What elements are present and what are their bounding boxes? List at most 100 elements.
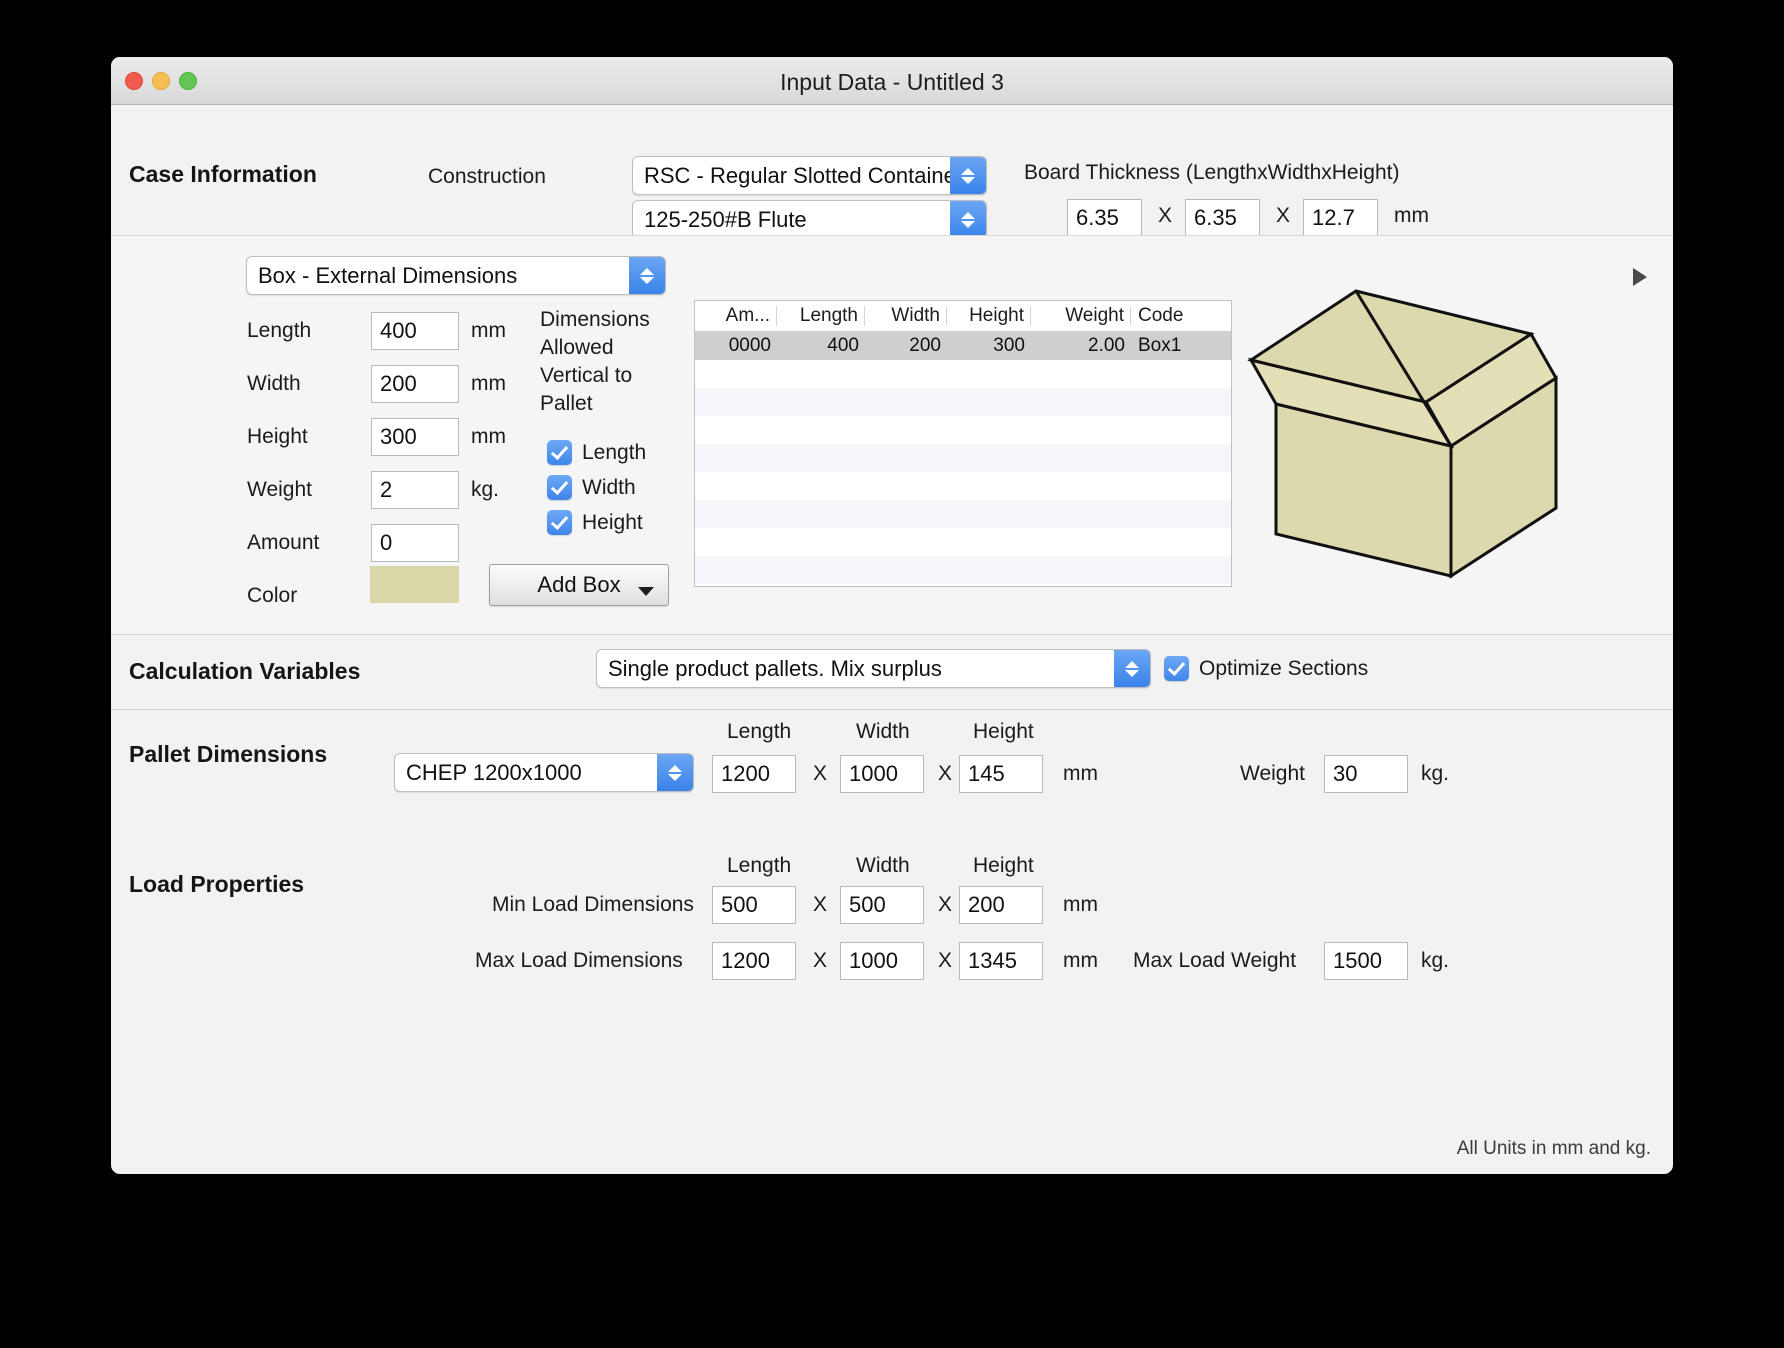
- max-load-separator-2: X: [938, 949, 953, 972]
- box-mode-select[interactable]: Box - External Dimensions: [246, 256, 666, 295]
- box-amount-input[interactable]: [371, 524, 459, 562]
- add-box-button[interactable]: Add Box: [489, 564, 669, 606]
- pallet-type-select[interactable]: CHEP 1200x1000: [394, 753, 694, 792]
- box-list-table[interactable]: Am... Length Width Height Weight Code 00…: [694, 300, 1232, 587]
- min-load-length-input[interactable]: [712, 886, 796, 924]
- optimize-sections-label: Optimize Sections: [1199, 656, 1369, 680]
- table-header-row: Am... Length Width Height Weight Code: [695, 301, 1231, 332]
- max-load-height-input[interactable]: [959, 942, 1043, 980]
- box-width-input[interactable]: [371, 365, 459, 403]
- board-thickness-width-input[interactable]: [1185, 199, 1260, 237]
- caret-down-icon[interactable]: [638, 587, 654, 596]
- calculation-variables-panel: Calculation Variables Single product pal…: [111, 635, 1673, 710]
- pallet-type-value: CHEP 1200x1000: [406, 759, 582, 785]
- flute-stepper[interactable]: [950, 201, 986, 238]
- pallet-weight-label: Weight: [1240, 762, 1305, 785]
- allow-vertical-height-label: Height: [582, 510, 643, 534]
- allow-vertical-height-checkbox[interactable]: Height: [547, 510, 643, 535]
- min-load-width-input[interactable]: [840, 886, 924, 924]
- allow-vertical-width-checkbox[interactable]: Width: [547, 475, 636, 500]
- max-load-width-input[interactable]: [840, 942, 924, 980]
- chevron-up-icon: [1125, 660, 1139, 668]
- table-row[interactable]: 0000 400 200 300 2.00 Box1: [695, 332, 1231, 360]
- max-load-length-input[interactable]: [712, 942, 796, 980]
- table-empty-row: [695, 584, 1231, 586]
- pallet-length-input[interactable]: [712, 755, 796, 793]
- cell-amount: 0000: [728, 335, 771, 356]
- checkbox-checked-icon: [547, 510, 572, 535]
- calculation-variables-heading: Calculation Variables: [129, 658, 361, 684]
- pallet-type-stepper[interactable]: [657, 754, 693, 791]
- cell-height: 300: [993, 335, 1025, 356]
- construction-stepper[interactable]: [950, 157, 986, 194]
- pallet-width-column-label: Width: [856, 720, 910, 743]
- box-color-swatch[interactable]: [370, 566, 459, 603]
- cell-code: Box1: [1138, 335, 1182, 356]
- thickness-unit-label: mm: [1394, 204, 1429, 227]
- min-load-separator-1: X: [813, 893, 828, 916]
- box-amount-label: Amount: [247, 531, 320, 554]
- box-length-label: Length: [247, 319, 312, 342]
- pallet-dimensions-heading: Pallet Dimensions: [129, 741, 328, 767]
- table-empty-row: [695, 500, 1231, 528]
- column-header-amount: Am...: [695, 306, 777, 326]
- units-footnote: All Units in mm and kg.: [1456, 1138, 1651, 1159]
- thickness-separator-1: X: [1158, 204, 1173, 227]
- chevron-down-icon: [961, 176, 975, 184]
- box-weight-input[interactable]: [371, 471, 459, 509]
- pallet-height-input[interactable]: [959, 755, 1043, 793]
- box-height-input[interactable]: [371, 418, 459, 456]
- board-thickness-height-input[interactable]: [1303, 199, 1378, 237]
- window-title: Input Data - Untitled 3: [780, 69, 1004, 95]
- optimize-sections-checkbox[interactable]: Optimize Sections: [1164, 656, 1368, 681]
- column-header-width: Width: [865, 306, 947, 326]
- add-box-label: Add Box: [537, 572, 621, 597]
- calculation-mode-select[interactable]: Single product pallets. Mix surplus: [596, 649, 1151, 688]
- table-empty-row: [695, 388, 1231, 416]
- load-width-column-label: Width: [856, 854, 910, 877]
- board-thickness-label: Board Thickness (LengthxWidthxHeight): [1024, 161, 1400, 184]
- cell-weight: 2.00: [1088, 335, 1125, 356]
- box-mode-select-value: Box - External Dimensions: [258, 262, 518, 288]
- box-weight-label: Weight: [247, 478, 312, 501]
- board-thickness-length-input[interactable]: [1067, 199, 1142, 237]
- pallet-height-column-label: Height: [973, 720, 1034, 743]
- box-definition-panel: Box - External Dimensions Length mm Widt…: [111, 235, 1673, 635]
- column-header-code: Code: [1138, 305, 1184, 326]
- box-length-unit: mm: [471, 319, 506, 342]
- max-load-separator-1: X: [813, 949, 828, 972]
- box-height-label: Height: [247, 425, 308, 448]
- load-properties-heading: Load Properties: [129, 871, 305, 897]
- expand-panel-icon[interactable]: [1633, 268, 1647, 286]
- cell-width: 200: [909, 335, 941, 356]
- allow-vertical-width-label: Width: [582, 475, 636, 499]
- allow-vertical-length-checkbox[interactable]: Length: [547, 440, 646, 465]
- table-empty-row: [695, 416, 1231, 444]
- min-load-height-input[interactable]: [959, 886, 1043, 924]
- allow-vertical-length-label: Length: [582, 440, 647, 464]
- table-empty-row: [695, 444, 1231, 472]
- pallet-dimensions-panel: Pallet Dimensions CHEP 1200x1000 Length …: [111, 710, 1673, 832]
- chevron-down-icon: [640, 276, 654, 284]
- input-data-window: Input Data - Untitled 3 Case Information…: [111, 57, 1673, 1174]
- pallet-weight-input[interactable]: [1324, 755, 1408, 793]
- max-load-unit: mm: [1063, 949, 1098, 972]
- thickness-separator-2: X: [1276, 204, 1291, 227]
- checkbox-checked-icon: [1164, 656, 1189, 681]
- pallet-weight-unit: kg.: [1421, 762, 1450, 785]
- chevron-down-icon: [961, 220, 975, 228]
- load-length-column-label: Length: [727, 854, 792, 877]
- flute-select[interactable]: 125-250#B Flute: [632, 200, 987, 239]
- box-weight-unit: kg.: [471, 478, 500, 501]
- pallet-width-input[interactable]: [840, 755, 924, 793]
- calculation-mode-value: Single product pallets. Mix surplus: [608, 655, 942, 681]
- max-load-dimensions-label: Max Load Dimensions: [475, 949, 683, 972]
- calculation-mode-stepper[interactable]: [1114, 650, 1150, 687]
- box-length-input[interactable]: [371, 312, 459, 350]
- load-height-column-label: Height: [973, 854, 1034, 877]
- max-load-weight-input[interactable]: [1324, 942, 1408, 980]
- construction-select[interactable]: RSC - Regular Slotted Container: [632, 156, 987, 195]
- min-load-separator-2: X: [938, 893, 953, 916]
- box-mode-stepper[interactable]: [629, 257, 665, 294]
- chevron-up-icon: [961, 211, 975, 219]
